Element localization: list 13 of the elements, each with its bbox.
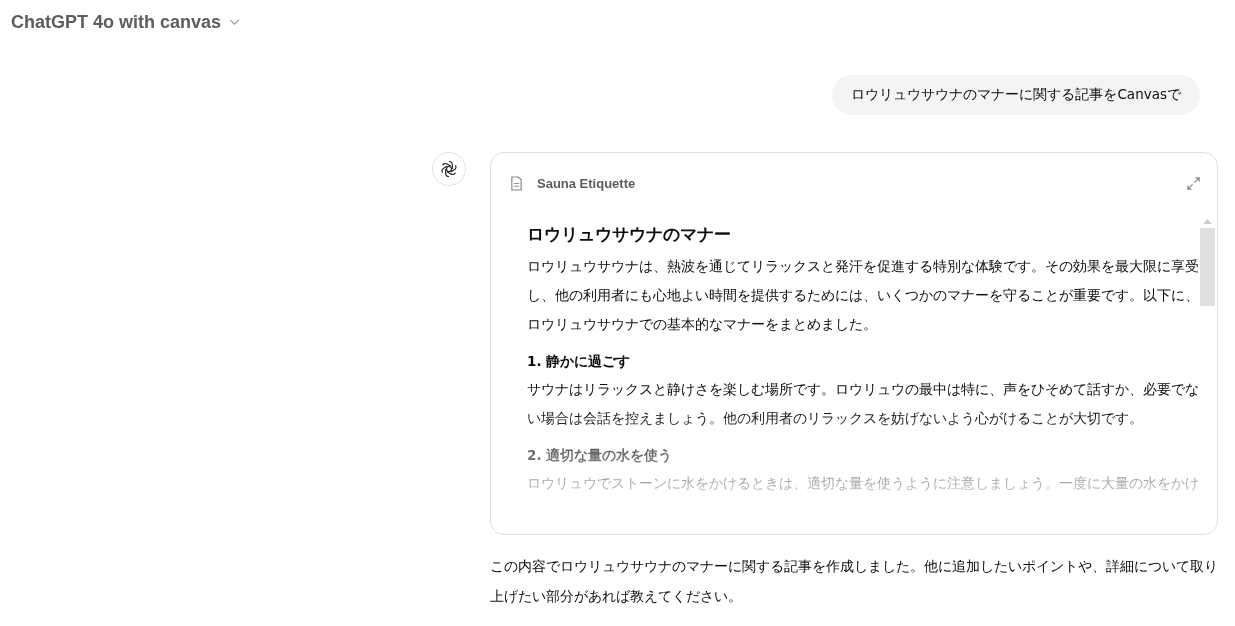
paragraph: ロウリュウでストーンに水をかけるときは、適切な量を使うように注意しましょう。一度に大量の水をかけ	[527, 474, 1199, 493]
document-icon	[510, 175, 523, 191]
section-heading: 2. 適切な量の水を使う	[527, 447, 674, 465]
document-heading: ロウリュウサウナのマナー	[527, 223, 732, 246]
user-message: ロウリュウサウナのマナーに関する記事をCanvasで	[832, 75, 1200, 115]
paragraph: サウナはリラックスと静けさを楽しむ場所です。ロウリュウの最中は特に、声をひそめて話すか、必要でない場合は会話を控えましょう。他の利用者のリラックスを妨げないよう心がけることが大切です。	[527, 380, 1199, 428]
expand-icon[interactable]	[1186, 175, 1201, 191]
section-heading: 1. 静かに過ごす	[527, 353, 632, 371]
assistant-message: この内容でロウリュウサウナのマナーに関する記事を作成しました。他に追加したいポイントや、詳細について取り上げたい部分があれば教えてください。	[490, 557, 1218, 606]
canvas-title: Sauna Etiquette	[537, 175, 637, 191]
chevron-down-icon	[229, 19, 241, 26]
model-selector[interactable]: ChatGPT 4o with canvas	[11, 12, 241, 33]
paragraph: ロウリュウサウナは、熱波を通じてリラックスと発汗を促進する特別な体験です。その効果を最大限に享受し、他の利用者にも心地よい時間を提供するためには、いくつかのマナーを守ることが重要です。以下に、ロウリュウサウナでの基本的なマナーをまとめました。	[527, 257, 1199, 334]
